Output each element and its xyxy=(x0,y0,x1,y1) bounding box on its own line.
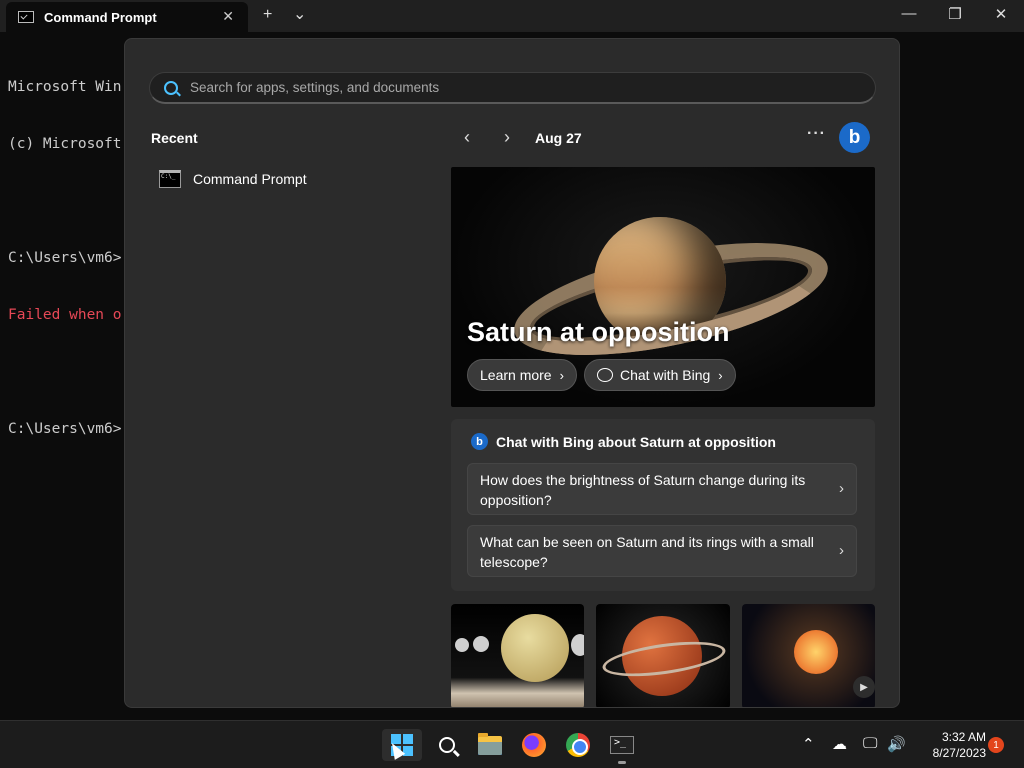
terminal-output[interactable]: Microsoft Win (c) Microsoft C:\Users\vm6… xyxy=(8,40,122,458)
new-tab-button[interactable]: + xyxy=(263,6,272,24)
recent-item-command-prompt[interactable]: Command Prompt xyxy=(159,167,307,191)
volume-icon[interactable]: 🔊 xyxy=(887,735,906,753)
recent-item-label: Command Prompt xyxy=(193,171,307,187)
terminal-tab[interactable]: Command Prompt ✕ xyxy=(6,2,248,32)
chat-suggestion-2[interactable]: What can be seen on Saturn and its rings… xyxy=(467,525,857,577)
close-window-button[interactable]: ✕ xyxy=(978,5,1024,23)
command-prompt-icon xyxy=(159,170,181,188)
feed-date: Aug 27 xyxy=(535,130,582,146)
chevron-right-icon: › xyxy=(718,367,723,383)
chevron-right-icon: › xyxy=(839,542,844,559)
suggestion-text: How does the brightness of Saturn change… xyxy=(480,472,806,508)
planet-graphic xyxy=(501,614,569,682)
minimize-button[interactable]: — xyxy=(886,5,932,22)
chevron-right-icon: › xyxy=(839,480,844,497)
sun-graphic xyxy=(794,630,838,674)
notification-badge[interactable]: 1 xyxy=(988,737,1004,753)
file-explorer-button[interactable] xyxy=(470,729,510,761)
search-icon xyxy=(439,737,455,753)
previous-arrow-button[interactable]: ‹ xyxy=(455,127,479,148)
search-input[interactable] xyxy=(190,80,790,95)
close-tab-icon[interactable]: ✕ xyxy=(222,8,234,25)
suggestion-text: What can be seen on Saturn and its rings… xyxy=(480,534,814,570)
start-menu: Recent Command Prompt ‹ › Aug 27 ··· b S… xyxy=(124,38,900,708)
terminal-line: Microsoft Win xyxy=(8,79,122,95)
search-icon xyxy=(164,80,178,95)
chevron-right-icon: › xyxy=(559,367,564,383)
tab-title: Command Prompt xyxy=(44,9,157,25)
terminal-error-line: Failed when o xyxy=(8,307,122,323)
taskbar-search-button[interactable] xyxy=(427,729,467,761)
show-hidden-icons-button[interactable]: ⌃ xyxy=(802,735,815,753)
recent-heading: Recent xyxy=(151,130,198,146)
chrome-button[interactable] xyxy=(558,729,598,761)
chat-with-bing-button[interactable]: Chat with Bing › xyxy=(584,359,736,391)
bing-icon[interactable]: b xyxy=(839,122,870,153)
cmd-tab-icon xyxy=(18,11,34,23)
onedrive-icon[interactable]: ☁ xyxy=(832,735,847,753)
terminal-line: C:\Users\vm6> xyxy=(8,421,122,437)
thumbnail-solar-system[interactable] xyxy=(451,604,584,707)
chat-suggestion-1[interactable]: How does the brightness of Saturn change… xyxy=(467,463,857,515)
next-arrow-button[interactable]: › xyxy=(495,127,519,148)
clock-date: 8/27/2023 xyxy=(932,746,986,760)
search-box[interactable] xyxy=(149,72,876,104)
chrome-icon xyxy=(566,733,590,757)
clock-time: 3:32 AM xyxy=(941,730,986,744)
hero-title: Saturn at opposition xyxy=(467,317,730,347)
thumbnail-ringed-planet[interactable] xyxy=(596,604,730,707)
chat-bubble-icon xyxy=(597,368,613,382)
chat-with-bing-label: Chat with Bing xyxy=(620,367,711,383)
terminal-line: C:\Users\vm6> xyxy=(8,250,122,266)
chat-card-heading: b Chat with Bing about Saturn at opposit… xyxy=(471,433,776,450)
terminal-button[interactable] xyxy=(602,729,642,761)
firefox-icon xyxy=(522,733,546,757)
firefox-button[interactable] xyxy=(514,729,554,761)
bing-small-icon: b xyxy=(471,433,488,450)
terminal-titlebar: Command Prompt ✕ + ⌄ — ❐ ✕ xyxy=(0,0,1024,32)
terminal-line: (c) Microsoft xyxy=(8,136,122,152)
maximize-button[interactable]: ❐ xyxy=(932,5,978,23)
running-indicator xyxy=(618,761,626,764)
network-icon[interactable]: 🖵 xyxy=(863,735,877,752)
chat-heading-text: Chat with Bing about Saturn at oppositio… xyxy=(496,433,776,450)
more-options-button[interactable]: ··· xyxy=(807,125,826,143)
carousel-next-icon[interactable]: ▶ xyxy=(853,676,875,698)
bing-chat-card: b Chat with Bing about Saturn at opposit… xyxy=(451,419,875,591)
system-clock[interactable]: 3:32 AM 8/27/2023 xyxy=(912,729,986,761)
learn-more-label: Learn more xyxy=(480,367,552,383)
tab-dropdown-button[interactable]: ⌄ xyxy=(293,4,306,24)
hero-card-saturn[interactable]: Saturn at opposition Learn more › Chat w… xyxy=(451,167,875,407)
terminal-icon xyxy=(610,736,634,754)
taskbar: ⌃ ☁ 🖵 🔊 3:32 AM 8/27/2023 1 xyxy=(0,720,1024,768)
learn-more-button[interactable]: Learn more › xyxy=(467,359,577,391)
thumbnail-sun-planets[interactable]: ▶ xyxy=(742,604,875,707)
file-explorer-icon xyxy=(478,732,502,755)
